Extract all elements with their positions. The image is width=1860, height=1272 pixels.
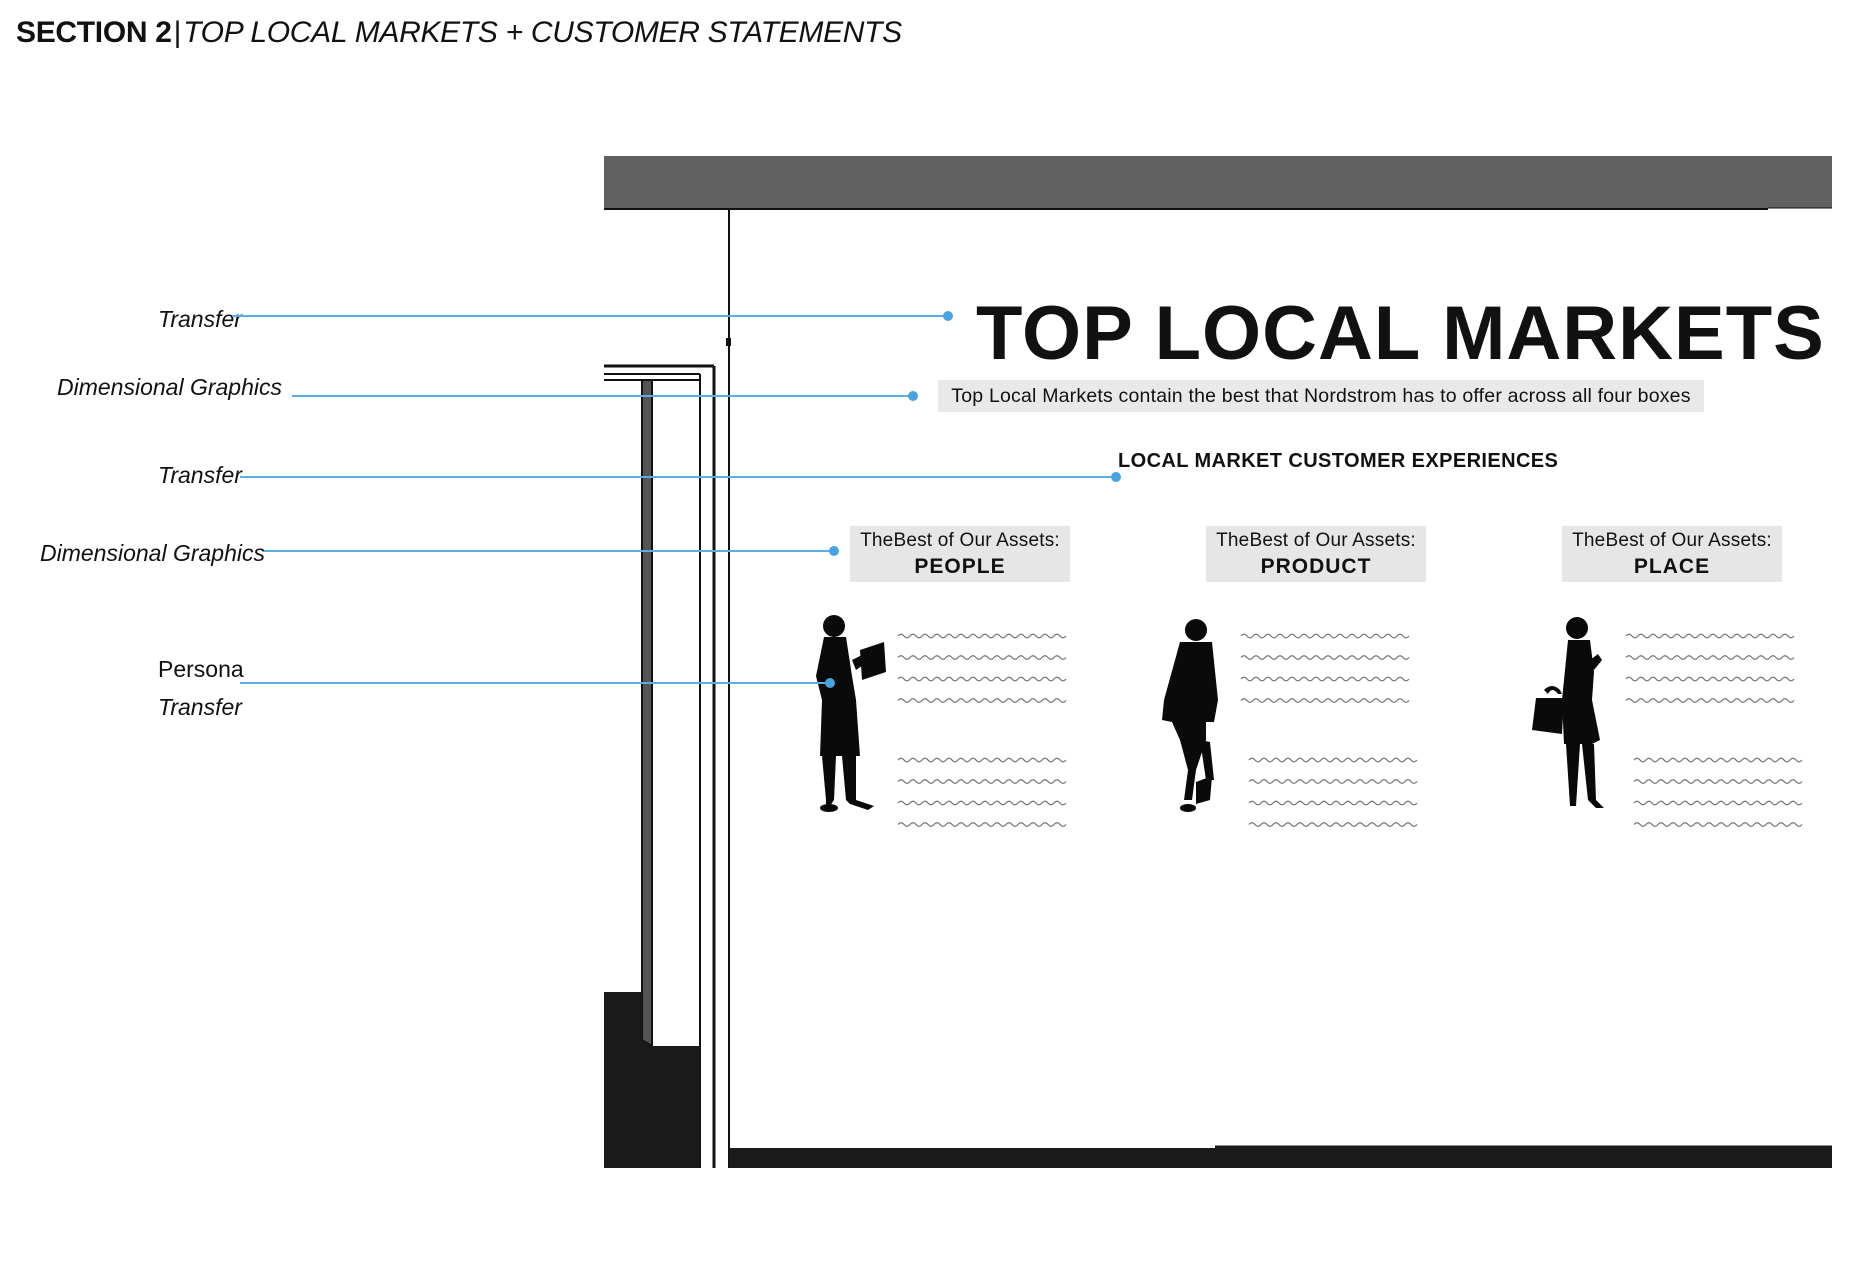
wavy-copy-line xyxy=(1240,676,1410,682)
asset-label-place: TheBest of Our Assets: PLACE xyxy=(1562,526,1782,582)
leader-dot xyxy=(1111,472,1121,482)
asset-name: PRODUCT xyxy=(1260,555,1372,578)
wavy-copy-line xyxy=(897,698,1067,703)
copy-placeholder-lines xyxy=(897,633,1803,827)
asset-prefix: TheBest of Our Assets: xyxy=(1572,530,1772,551)
wavy-copy-line xyxy=(1625,676,1795,682)
wavy-copy-line xyxy=(1633,779,1803,784)
wavy-copy-line xyxy=(1240,633,1410,639)
wavy-copy-line xyxy=(1248,757,1418,763)
wavy-copy-line xyxy=(1633,757,1803,763)
callout-label-dimensional-graphics: Dimensional Graphics xyxy=(40,540,265,566)
woman-with-handbag-silhouette xyxy=(1532,617,1604,808)
wavy-copy-line xyxy=(1248,822,1418,827)
wall-title: TOP LOCAL MARKETS xyxy=(976,291,1825,376)
wall-tagline: Top Local Markets contain the best that … xyxy=(938,380,1704,412)
callout-label-transfer: Transfer xyxy=(158,462,242,488)
wavy-copy-line xyxy=(897,800,1067,806)
asset-label-product: TheBest of Our Assets: PRODUCT xyxy=(1206,526,1426,582)
asset-prefix: TheBest of Our Assets: xyxy=(860,530,1060,551)
leader-line xyxy=(292,395,912,397)
wavy-copy-line xyxy=(1248,800,1418,806)
callout-label-transfer: Transfer xyxy=(158,306,242,332)
wavy-copy-line xyxy=(1240,698,1410,703)
wall-elevation-drawing xyxy=(604,156,1832,1168)
wavy-copy-line xyxy=(1633,822,1803,827)
wavy-copy-line xyxy=(897,779,1067,784)
wavy-copy-line xyxy=(1625,655,1795,660)
wall-corner-mark xyxy=(726,338,731,346)
wavy-copy-line xyxy=(897,676,1067,682)
businesswoman-with-tablet-silhouette xyxy=(816,615,886,812)
wavy-copy-line xyxy=(1633,800,1803,806)
asset-label-people: TheBest of Our Assets: PEOPLE xyxy=(850,526,1070,582)
callout-label-transfer: Transfer xyxy=(158,694,242,720)
leader-dot xyxy=(943,311,953,321)
wavy-copy-line xyxy=(1625,698,1795,703)
callout-label-persona: Persona xyxy=(158,656,244,682)
leader-line xyxy=(240,682,830,684)
man-in-suit-silhouette xyxy=(1162,619,1218,812)
leader-line xyxy=(240,476,1116,478)
leader-line xyxy=(232,315,948,317)
leader-dot xyxy=(829,546,839,556)
leader-dot xyxy=(825,678,835,688)
floor-base xyxy=(729,1148,1832,1168)
customer-experiences-title: LOCAL MARKET CUSTOMER EXPERIENCES xyxy=(1118,450,1559,472)
ceiling-soffit xyxy=(604,156,1832,208)
leader-dot xyxy=(908,391,918,401)
wavy-copy-line xyxy=(1248,779,1418,784)
wavy-copy-line xyxy=(897,633,1067,639)
callout-label-dimensional-graphics: Dimensional Graphics xyxy=(57,374,282,400)
wavy-copy-line xyxy=(897,822,1067,827)
wavy-copy-line xyxy=(897,757,1067,763)
wavy-copy-line xyxy=(1240,655,1410,660)
asset-prefix: TheBest of Our Assets: xyxy=(1216,530,1416,551)
wavy-copy-line xyxy=(1625,633,1795,639)
wavy-copy-line xyxy=(897,655,1067,660)
leader-line xyxy=(264,550,834,552)
asset-name: PEOPLE xyxy=(914,555,1006,578)
door-panel-edge xyxy=(641,379,653,1048)
asset-name: PLACE xyxy=(1633,555,1711,578)
